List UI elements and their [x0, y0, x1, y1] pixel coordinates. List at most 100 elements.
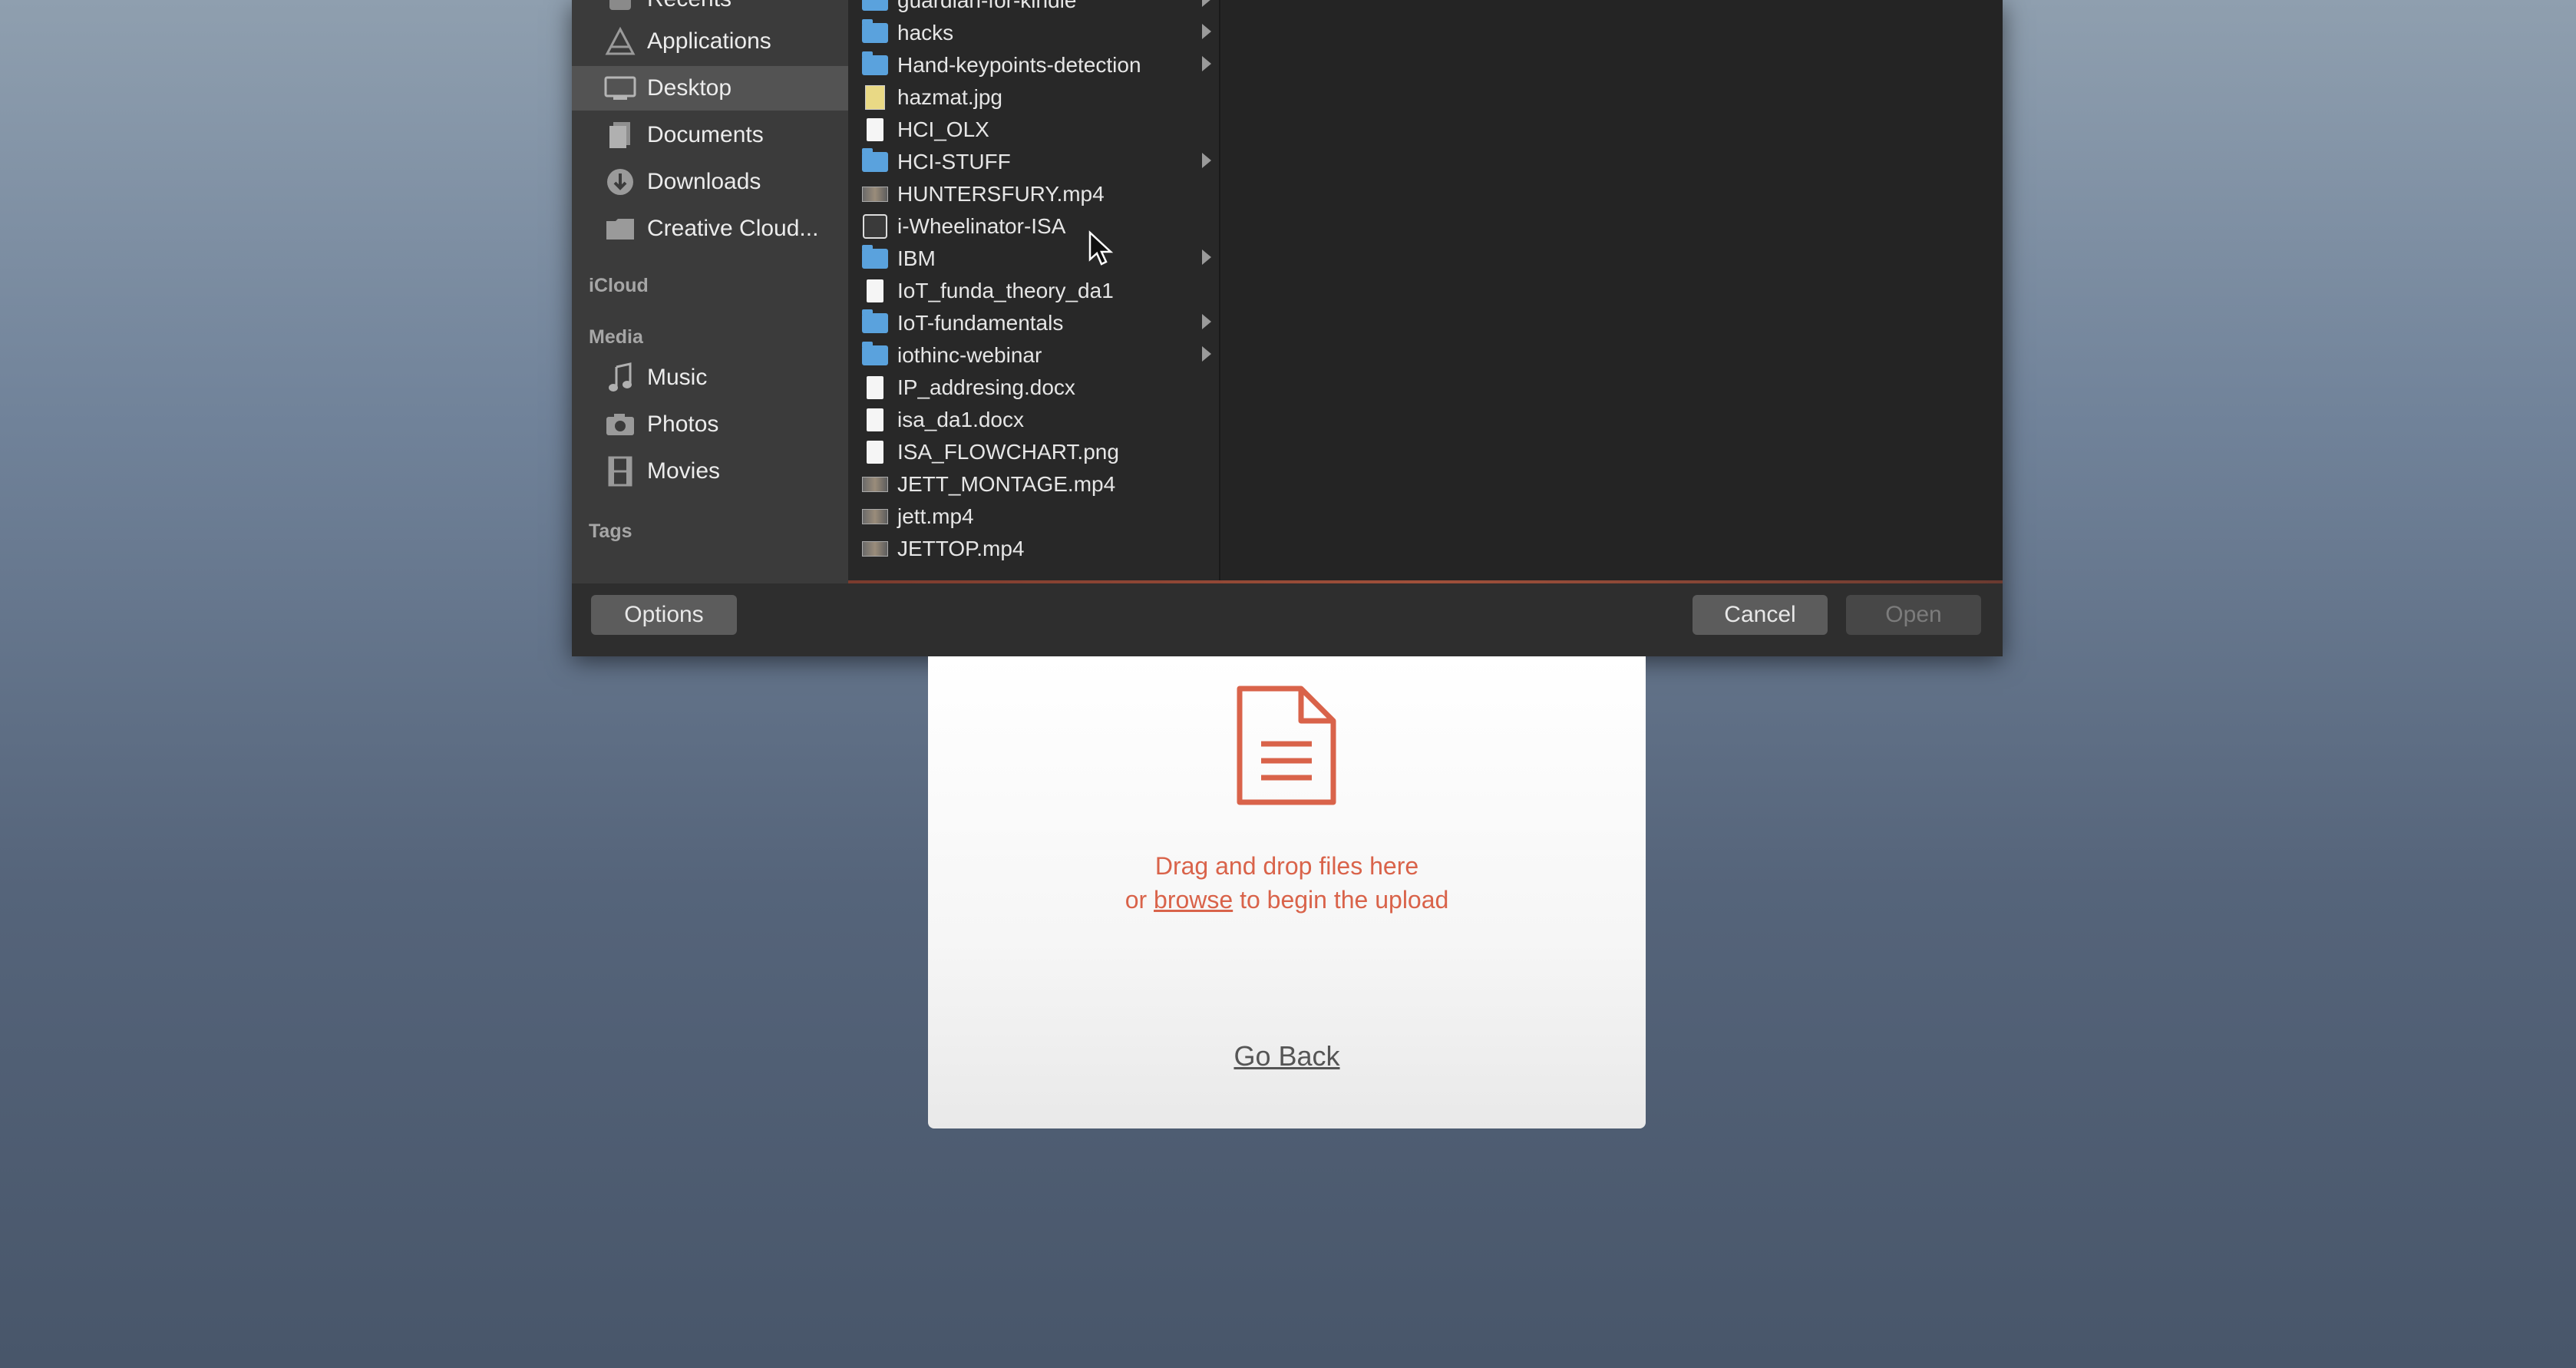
sidebar-item-label: Music — [647, 365, 708, 390]
disclosure-arrow-icon — [1202, 346, 1211, 362]
file-row[interactable]: isa_da1.docx — [848, 404, 1219, 436]
sidebar-section-media: Media — [589, 326, 643, 348]
photos-icon — [603, 408, 638, 441]
disclosure-arrow-icon — [1202, 56, 1211, 71]
music-icon — [603, 362, 638, 394]
sidebar-item-photos[interactable]: Photos — [572, 402, 848, 447]
file-row[interactable]: iothinc-webinar — [848, 339, 1219, 372]
drop-instructions: Drag and drop files here — [1154, 852, 1419, 880]
sidebar-item-creative-cloud[interactable]: Creative Cloud... — [572, 207, 848, 251]
dialog-footer: Options Cancel Open — [572, 583, 2003, 656]
file-row[interactable]: hacks — [848, 17, 1219, 49]
app-icon — [862, 214, 888, 239]
browse-suffix: to begin the upload — [1233, 886, 1449, 914]
folder-icon — [603, 213, 638, 245]
sidebar-item-applications[interactable]: Applications — [572, 19, 848, 64]
disclosure-arrow-icon — [1202, 249, 1211, 265]
folder-icon — [862, 245, 888, 270]
sidebar-item-downloads[interactable]: Downloads — [572, 160, 848, 204]
file-row[interactable]: IoT-fundamentals — [848, 307, 1219, 339]
recents-icon — [603, 0, 638, 15]
open-button[interactable]: Open — [1846, 595, 1981, 635]
sidebar-item-label: Desktop — [647, 75, 732, 101]
file-name: IBM — [897, 246, 936, 270]
sidebar-item-movies[interactable]: Movies — [572, 449, 848, 494]
image-file-icon — [862, 85, 888, 110]
sidebar-section-icloud: iCloud — [589, 275, 649, 296]
file-name: Hand-keypoints-detection — [897, 53, 1141, 77]
sidebar-item-label: Photos — [647, 411, 719, 437]
go-back-link[interactable]: Go Back — [928, 1040, 1646, 1072]
file-name: guardian-for-kindle — [897, 0, 1077, 12]
file-name: iothinc-webinar — [897, 343, 1042, 367]
file-name: hacks — [897, 21, 954, 45]
disclosure-arrow-icon — [1202, 0, 1211, 7]
sidebar-item-documents[interactable]: Documents — [572, 113, 848, 157]
document-file-icon — [862, 376, 888, 399]
file-open-dialog: Recents Applications Desktop Documents D… — [572, 0, 2003, 656]
folder-icon — [862, 0, 888, 12]
file-name: jett.mp4 — [897, 504, 974, 528]
browse-link[interactable]: browse — [1154, 886, 1233, 914]
file-row[interactable]: HUNTERSFURY.mp4 — [848, 178, 1219, 210]
file-row[interactable]: JETTOP.mp4 — [848, 533, 1219, 565]
preview-column — [1220, 0, 2003, 583]
file-row[interactable]: guardian-for-kindle — [848, 0, 1219, 17]
file-name: ISA_FLOWCHART.png — [897, 440, 1119, 464]
file-row[interactable]: IBM — [848, 243, 1219, 275]
file-name: JETT_MONTAGE.mp4 — [897, 472, 1116, 496]
file-name: JETTOP.mp4 — [897, 537, 1025, 560]
applications-icon — [603, 25, 638, 58]
file-name: IoT_funda_theory_da1 — [897, 279, 1114, 302]
file-row[interactable]: i-Wheelinator-ISA — [848, 210, 1219, 243]
cancel-button[interactable]: Cancel — [1693, 595, 1828, 635]
folder-icon — [862, 148, 888, 173]
file-row[interactable]: HCI_OLX — [848, 114, 1219, 146]
file-row[interactable]: IP_addresing.docx — [848, 372, 1219, 404]
file-row[interactable]: JETT_MONTAGE.mp4 — [848, 468, 1219, 501]
sidebar-item-label: Movies — [647, 458, 721, 484]
sidebar-item-label: Downloads — [647, 169, 761, 194]
file-name: isa_da1.docx — [897, 408, 1025, 431]
options-button[interactable]: Options — [591, 595, 737, 635]
sidebar-item-label: Recents — [647, 0, 732, 12]
sidebar-item-desktop[interactable]: Desktop — [572, 66, 848, 111]
disclosure-arrow-icon — [1202, 314, 1211, 329]
file-row[interactable]: IoT_funda_theory_da1 — [848, 275, 1219, 307]
folder-icon — [862, 51, 888, 77]
video-file-icon — [862, 505, 888, 528]
document-file-icon — [862, 441, 888, 464]
folder-icon — [862, 309, 888, 335]
sidebar-item-music[interactable]: Music — [572, 355, 848, 400]
file-name: HUNTERSFURY.mp4 — [897, 182, 1105, 206]
file-row[interactable]: HCI-STUFF — [848, 146, 1219, 178]
browse-instructions: or browse to begin the upload — [928, 886, 1646, 914]
downloads-icon — [603, 166, 638, 198]
sidebar-item-recents[interactable]: Recents — [572, 0, 848, 21]
upload-card: Drag and drop files here or browse to be… — [928, 656, 1646, 1128]
sidebar-section-tags: Tags — [589, 520, 632, 542]
documents-icon — [603, 119, 638, 151]
movies-icon — [603, 455, 638, 487]
file-row[interactable]: jett.mp4 — [848, 501, 1219, 533]
sidebar: Recents Applications Desktop Documents D… — [572, 0, 848, 583]
document-file-icon — [862, 408, 888, 431]
file-list-column: guardian-for-kindle hacks Hand-keypoints-d… — [848, 0, 1220, 583]
file-row[interactable]: hazmat.jpg — [848, 81, 1219, 114]
sidebar-item-label: Applications — [647, 28, 771, 54]
document-file-icon — [862, 118, 888, 141]
file-name: i-Wheelinator-ISA — [897, 214, 1066, 238]
video-file-icon — [862, 537, 888, 560]
file-row[interactable]: Hand-keypoints-detection — [848, 49, 1219, 81]
mouse-cursor-icon — [1088, 230, 1114, 271]
browse-prefix: or — [1125, 886, 1154, 914]
document-icon — [1235, 684, 1338, 811]
folder-icon — [862, 19, 888, 45]
file-row[interactable]: ISA_FLOWCHART.png — [848, 436, 1219, 468]
sidebar-item-label: Documents — [647, 122, 764, 147]
desktop-icon — [603, 72, 638, 104]
sidebar-item-label: Creative Cloud... — [647, 216, 819, 241]
document-file-icon — [862, 279, 888, 302]
video-file-icon — [862, 473, 888, 496]
file-name: HCI-STUFF — [897, 150, 1011, 173]
